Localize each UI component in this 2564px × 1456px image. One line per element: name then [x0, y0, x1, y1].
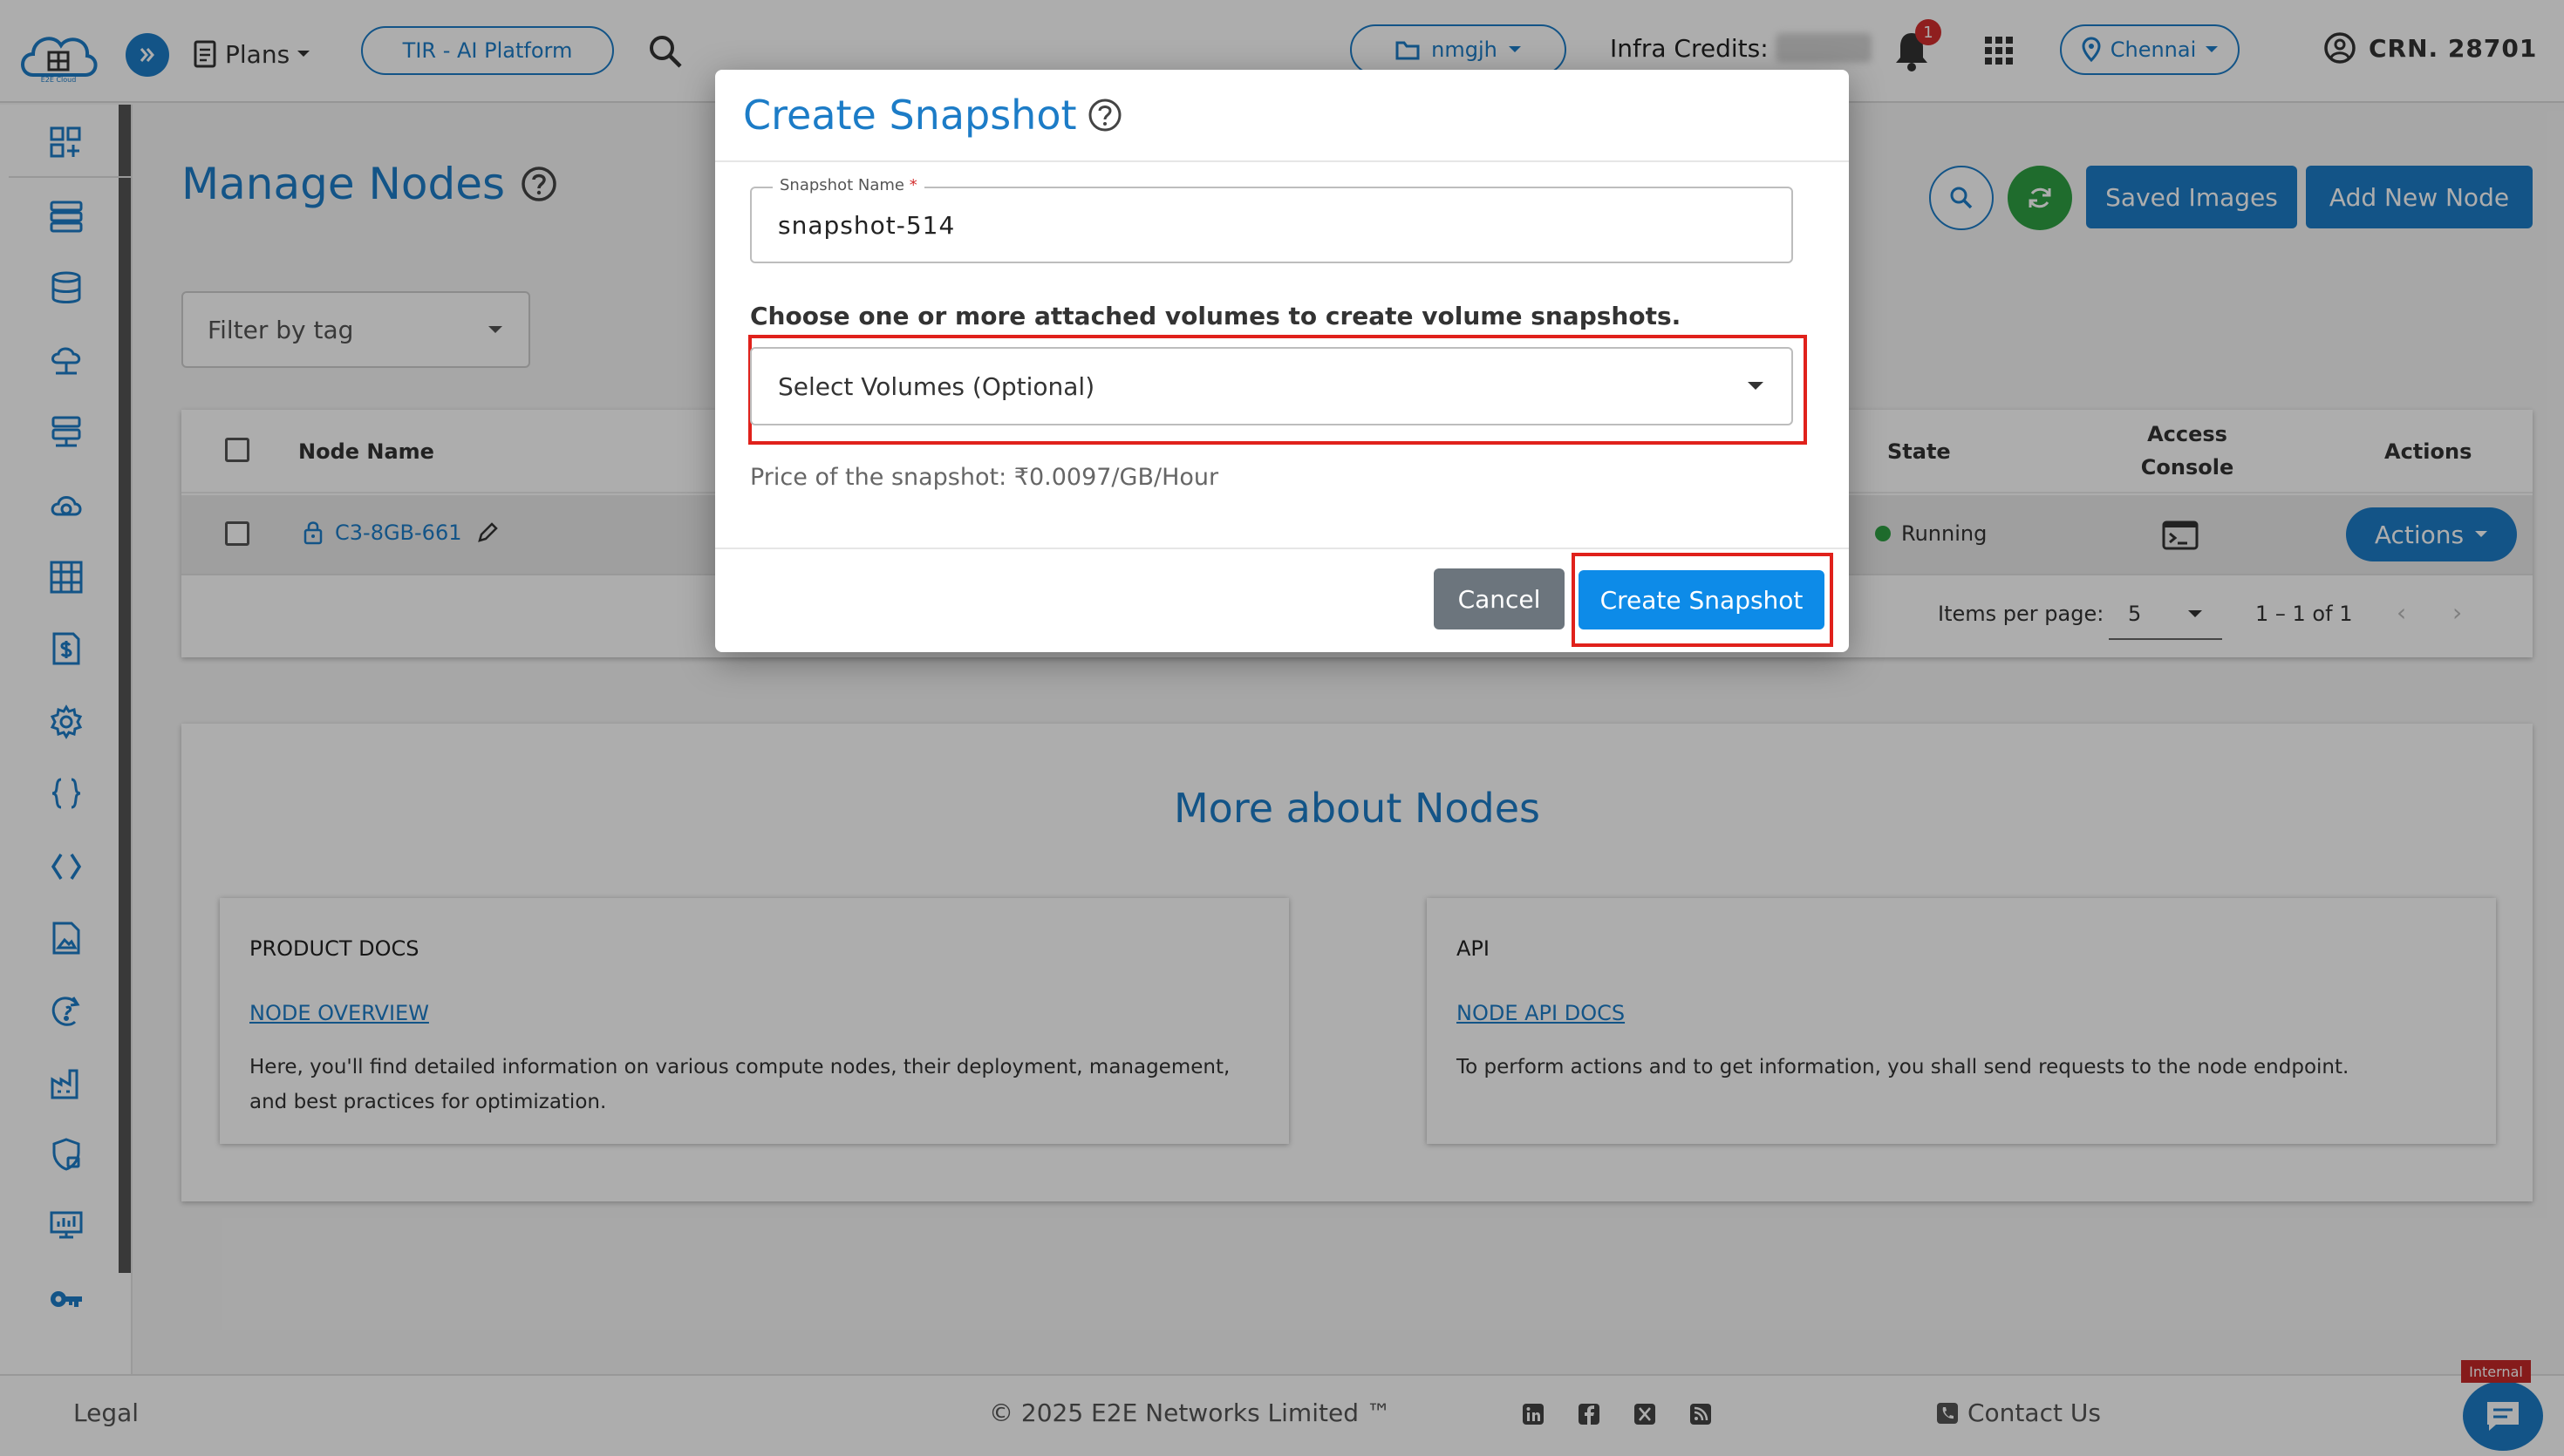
snapshot-name-field[interactable]: Snapshot Name * snapshot-514	[750, 176, 1793, 263]
snapshot-name-label: Snapshot Name *	[773, 176, 924, 194]
snapshot-name-input[interactable]: snapshot-514	[778, 211, 955, 240]
select-volumes-placeholder: Select Volumes (Optional)	[778, 371, 1095, 401]
dialog-title: Create Snapshot	[743, 92, 1077, 139]
select-volumes-dropdown[interactable]: Select Volumes (Optional)	[750, 347, 1793, 425]
dialog-footer-divider	[715, 548, 1849, 549]
snapshot-price: Price of the snapshot: ₹0.0097/GB/Hour	[750, 464, 1219, 491]
required-mark: *	[909, 176, 917, 194]
snapshot-name-label-text: Snapshot Name	[780, 176, 904, 194]
dialog-header: Create Snapshot	[715, 70, 1849, 162]
create-snapshot-dialog: Create Snapshot Snapshot Name * snapshot…	[715, 70, 1849, 652]
help-icon[interactable]	[1088, 98, 1122, 133]
caret-down-icon	[1748, 382, 1763, 390]
volumes-hint: Choose one or more attached volumes to c…	[750, 302, 1681, 330]
create-snapshot-button[interactable]: Create Snapshot	[1579, 570, 1824, 629]
cancel-button[interactable]: Cancel	[1434, 568, 1565, 629]
